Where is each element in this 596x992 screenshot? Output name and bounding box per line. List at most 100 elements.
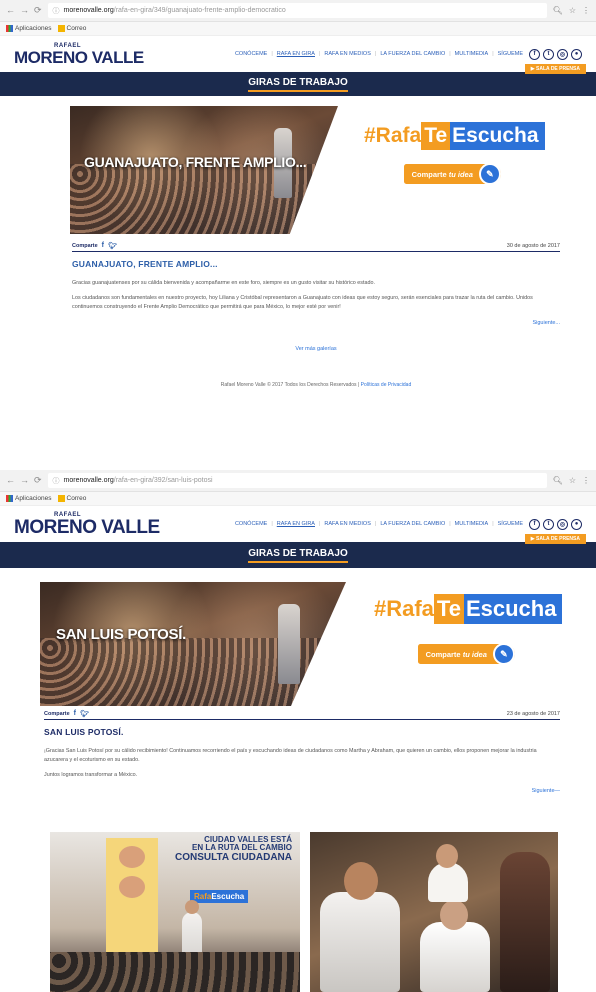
ver-mas-link[interactable]: Ver más galerías [72, 346, 560, 352]
gallery-photo-ciudad-valles[interactable]: CIUDAD VALLES ESTÁ EN LA RUTA DEL CAMBIO… [50, 832, 300, 992]
comparte-btn-label: Comparte [411, 169, 447, 179]
site-header: RAFAEL MORENO VALLE CONÓCEME | RAFA EN GI… [0, 506, 596, 544]
hero-banner: GUANAJUATO, FRENTE AMPLIO... #Rafa Te Escu… [0, 106, 596, 240]
menu-item-multimedia[interactable]: MULTIMEDIA [455, 51, 489, 57]
rafa-te-escucha-block: #Rafa Te Escucha Comparte tu idea ✎ [370, 594, 563, 665]
article-date: 30 de agosto de 2017 [506, 242, 560, 249]
forward-arrow-icon[interactable]: → [20, 5, 29, 16]
menu-item-rafa-en-gira[interactable]: RAFA EN GIRA [277, 51, 315, 57]
bookmark-apps-label: Aplicaciones [15, 25, 52, 33]
next-link[interactable]: Siguiente... [72, 320, 560, 326]
bookmark-apps[interactable]: Aplicaciones [6, 24, 52, 33]
article-paragraph: Los ciudadanos son fundamentales en nues… [72, 295, 533, 310]
bookmarks-bar: Aplicaciones Correo [0, 492, 596, 506]
sala-prensa-button[interactable]: ▶ SALA DE PRENSA [524, 64, 586, 74]
facebook-icon[interactable]: f [529, 518, 540, 530]
site-logo[interactable]: RAFAEL MORENO VALLE [14, 43, 144, 66]
twitter-icon[interactable]: 🐦︎ [108, 242, 117, 250]
url-domain: morenovalle.org [63, 7, 114, 14]
mail-icon [57, 24, 65, 32]
menu-item-sigueme[interactable]: SÍGUEME [498, 521, 523, 527]
back-arrow-icon[interactable]: ← [6, 475, 15, 486]
idea-icon: ✎ [478, 163, 501, 185]
browser-address-bar: ← → ⟳ ⓘ morenovalle.org/rafa-en-gira/392… [0, 470, 596, 492]
hashtag-post: Escucha [463, 594, 563, 624]
bookmark-mail[interactable]: Correo [57, 494, 87, 503]
apps-icon [6, 24, 13, 32]
comparte-tu-idea-button[interactable]: Comparte tu idea ✎ [417, 643, 515, 665]
rafa-te-escucha-block: #Rafa Te Escucha Comparte tu idea ✎ [360, 122, 545, 185]
share-row: Comparte f 🐦︎ 23 de agosto de 2017 [44, 708, 560, 720]
url-domain: morenovalle.org [63, 477, 114, 484]
menu-item-fuerza-del-cambio[interactable]: LA FUERZA DEL CAMBIO [380, 521, 445, 527]
menu-item-multimedia[interactable]: MULTIMEDIA [455, 521, 489, 527]
facebook-icon[interactable]: f [102, 242, 104, 249]
facebook-icon[interactable]: f [74, 710, 76, 717]
section-title-bar: GIRAS DE TRABAJO [0, 542, 596, 568]
hashtag-pre: #Rafa [374, 596, 434, 621]
menu-dots-icon[interactable]: ⋮ [582, 476, 590, 485]
twitter-icon[interactable]: t [543, 518, 554, 530]
menu-item-rafa-en-gira[interactable]: RAFA EN GIRA [277, 521, 315, 527]
hashtag-te: Te [433, 594, 464, 624]
caption-line: CONSULTA CIUDADANA [174, 851, 292, 863]
section-title: GIRAS DE TRABAJO [248, 77, 348, 92]
instagram-icon[interactable]: ◎ [557, 518, 568, 530]
privacy-link[interactable]: Políticas de Privacidad [361, 382, 412, 388]
instagram-icon[interactable]: ◎ [557, 48, 568, 60]
comparte-btn-label: Comparte [425, 649, 461, 659]
facebook-icon[interactable]: f [529, 48, 540, 60]
bookmark-mail[interactable]: Correo [57, 24, 86, 32]
menu-item-conoceme[interactable]: CONÓCEME [235, 521, 267, 527]
share-label: Comparte [44, 710, 70, 717]
url-field[interactable]: ⓘ morenovalle.org/rafa-en-gira/392/san-l… [47, 473, 547, 488]
menu-dots-icon[interactable]: ⋮ [582, 6, 590, 15]
article-paragraph: ¡Gracias San Luis Potosí por su cálido r… [44, 748, 537, 763]
photo-gallery: CIUDAD VALLES ESTÁ EN LA RUTA DEL CAMBIO… [50, 832, 558, 992]
article: Comparte f 🐦︎ 23 de agosto de 2017 SAN L… [44, 708, 560, 794]
zoom-icon[interactable]: 🔍︎ [553, 476, 563, 485]
screenshot-guanajuato: ← → ⟳ ⓘ morenovalle.org/rafa-en-gira/349… [0, 0, 596, 470]
comparte-tu-idea-button[interactable]: Comparte tu idea ✎ [403, 163, 501, 185]
footer-copyright: Rafael Moreno Valle © 2017 Todos los Der… [220, 382, 360, 388]
menu-item-rafa-en-medios[interactable]: RAFA EN MEDIOS [324, 521, 370, 527]
bookmark-apps-label: Aplicaciones [15, 495, 52, 503]
next-link[interactable]: Siguiente— [44, 788, 560, 794]
menu-item-sigueme[interactable]: SÍGUEME [498, 51, 523, 57]
star-icon[interactable]: ☆ [569, 476, 576, 485]
menu-item-rafa-en-medios[interactable]: RAFA EN MEDIOS [324, 51, 370, 57]
url-path: /rafa-en-gira/392/san-luis-potosi [113, 477, 213, 484]
sala-prensa-button[interactable]: ▶ SALA DE PRENSA [524, 534, 586, 544]
info-icon[interactable]: ⓘ [53, 6, 60, 16]
user-icon[interactable]: ● [571, 518, 582, 530]
url-field[interactable]: ⓘ morenovalle.org/rafa-en-gira/349/guana… [47, 3, 547, 18]
reload-icon[interactable]: ⟳ [34, 5, 42, 16]
mini-hashtag: RafaEscucha [190, 890, 249, 903]
share-row: Comparte f 🐦︎ 30 de agosto de 2017 [72, 240, 560, 252]
screenshot-san-luis-potosi: ← → ⟳ ⓘ morenovalle.org/rafa-en-gira/392… [0, 470, 596, 992]
info-icon[interactable]: ⓘ [53, 476, 60, 486]
zoom-icon[interactable]: 🔍︎ [553, 6, 563, 15]
social-icons: f t ◎ ● [529, 48, 582, 60]
comparte-btn-label-italic: tu idea [462, 649, 487, 659]
menu-item-fuerza-del-cambio[interactable]: LA FUERZA DEL CAMBIO [380, 51, 445, 57]
browser-address-bar: ← → ⟳ ⓘ morenovalle.org/rafa-en-gira/349… [0, 0, 596, 22]
bookmark-apps[interactable]: Aplicaciones [6, 494, 52, 503]
campaign-poster [106, 838, 158, 968]
twitter-icon[interactable]: t [543, 48, 554, 60]
hashtag-post: Escucha [450, 122, 545, 150]
forward-arrow-icon[interactable]: → [20, 475, 29, 486]
article-paragraph: Gracias guanajuatenses por su cálida bie… [72, 280, 375, 286]
site-logo[interactable]: RAFAEL MORENO VALLE [14, 512, 160, 537]
user-icon[interactable]: ● [571, 48, 582, 60]
gallery-photo-handshake[interactable] [310, 832, 558, 992]
twitter-icon[interactable]: 🐦︎ [80, 710, 89, 718]
bookmark-mail-label: Correo [66, 495, 87, 503]
back-arrow-icon[interactable]: ← [6, 5, 15, 16]
star-icon[interactable]: ☆ [569, 6, 576, 15]
comparte-btn-label-italic: tu idea [448, 169, 473, 179]
reload-icon[interactable]: ⟳ [34, 475, 42, 486]
menu-item-conoceme[interactable]: CONÓCEME [235, 51, 267, 57]
main-menu: CONÓCEME | RAFA EN GIRA | RAFA EN MEDIOS | … [234, 521, 523, 527]
logo-big-text: MORENO VALLE [14, 516, 160, 538]
